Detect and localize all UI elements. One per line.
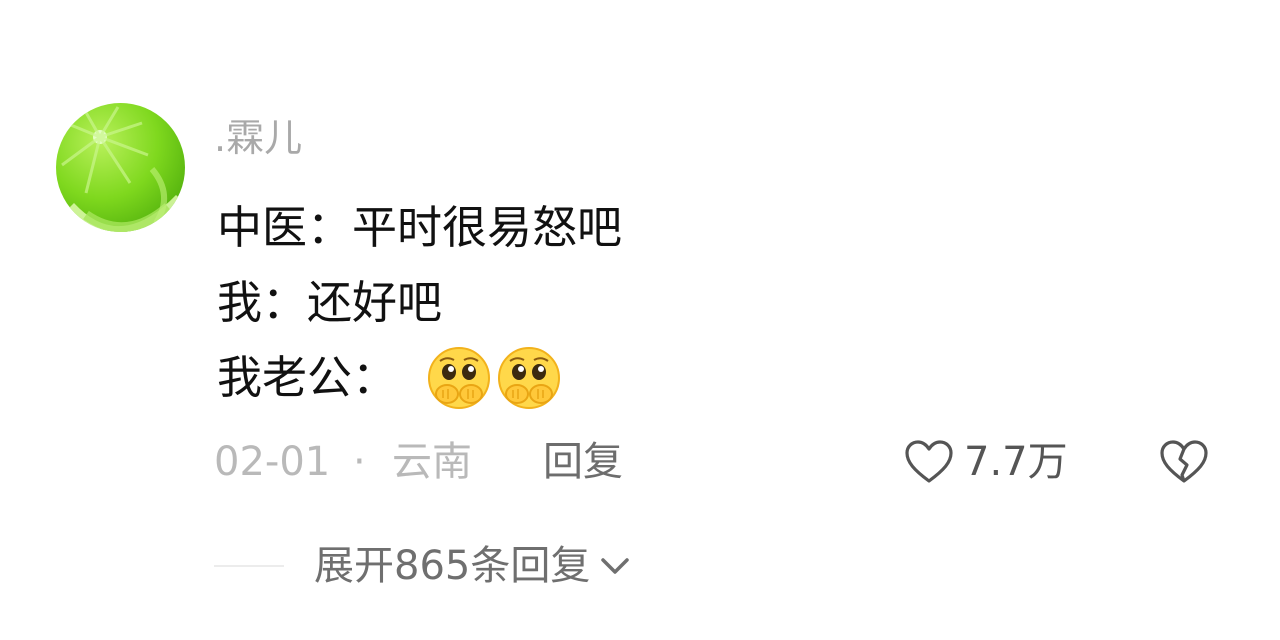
comment-line-3: 我老公： — [217, 340, 1117, 415]
comment-card: .霖儿 中医：平时很易怒吧 我：还好吧 我老公： 02-01 · 云南 回复 7… — [0, 0, 1280, 640]
comment-line-3-text: 我老公： — [217, 350, 398, 404]
like-count: 7.7万 — [964, 439, 1068, 485]
pleading-face-emoji-icon — [428, 346, 491, 409]
broken-heart-icon[interactable] — [1158, 439, 1210, 485]
username[interactable]: .霖儿 — [214, 114, 302, 162]
comment-line-1-text: 中医：平时很易怒吧 — [217, 200, 623, 254]
heart-outline-icon — [905, 440, 953, 483]
comment-location: 云南 — [392, 439, 472, 485]
comment-line-2: 我：还好吧 — [217, 265, 1117, 340]
like-button[interactable]: 7.7万 — [904, 434, 1068, 490]
emoji-group — [425, 344, 565, 412]
lime-avatar-icon — [56, 103, 185, 232]
expand-replies-row: 展开865条回复 — [214, 538, 814, 594]
meta-separator: · — [353, 439, 366, 485]
comment-line-1: 中医：平时很易怒吧 — [217, 190, 1117, 265]
comment-line-2-text: 我：还好吧 — [217, 275, 443, 329]
expand-replies-button[interactable]: 展开865条回复 — [314, 538, 632, 594]
reply-button[interactable]: 回复 — [543, 434, 623, 490]
user-avatar[interactable] — [56, 103, 185, 232]
chevron-down-icon — [601, 558, 630, 574]
comment-body: 中医：平时很易怒吧 我：还好吧 我老公： — [217, 190, 1117, 415]
comment-date: 02-01 — [214, 439, 331, 485]
comment-meta: 02-01 · 云南 回复 7.7万 — [214, 434, 1234, 490]
divider-line — [214, 565, 284, 567]
pleading-face-emoji-icon — [498, 346, 561, 409]
expand-replies-label: 展开865条回复 — [314, 543, 591, 589]
